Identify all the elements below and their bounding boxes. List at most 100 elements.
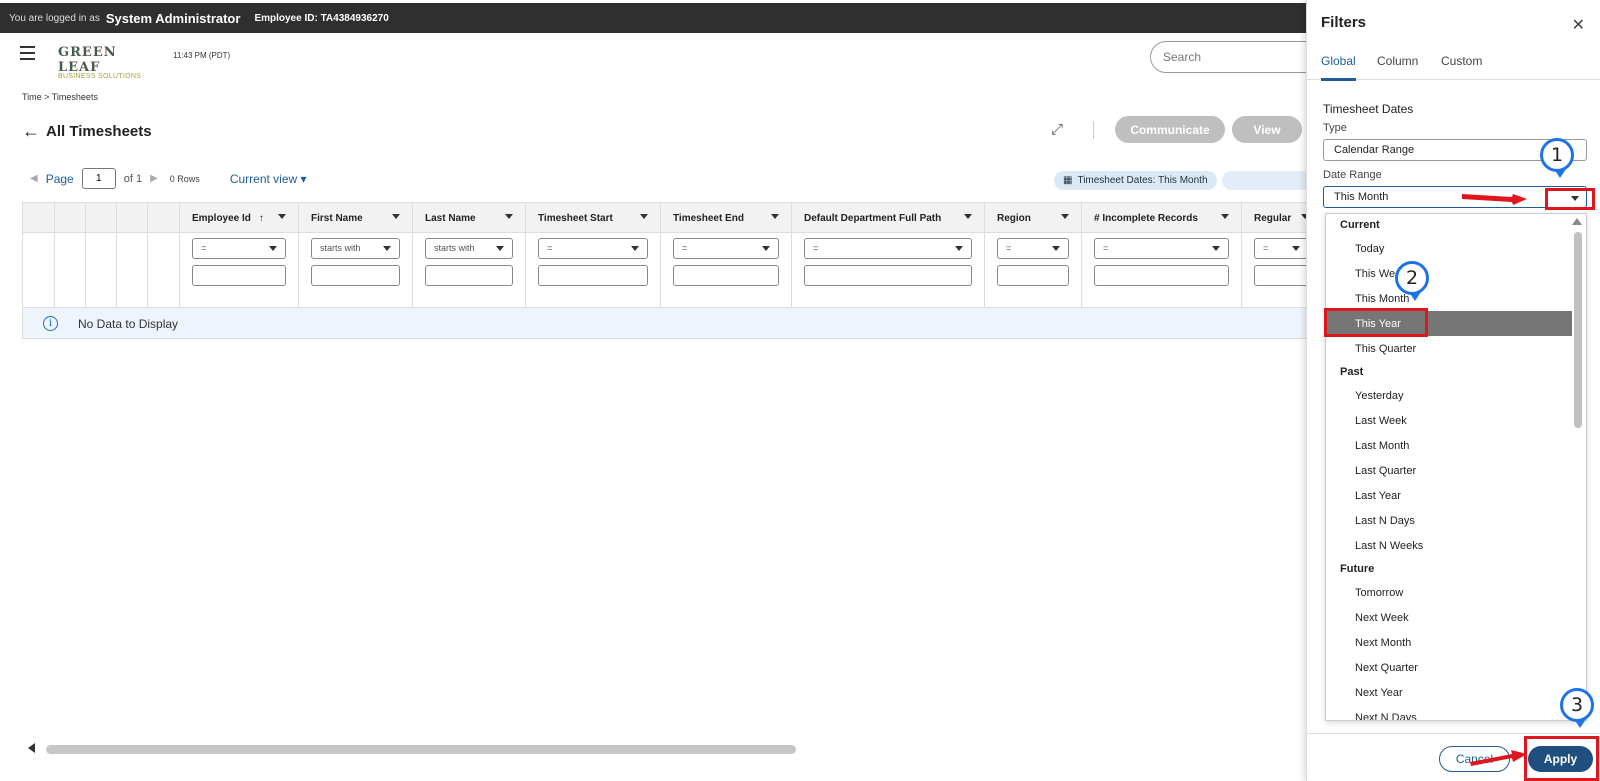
filter-operator-select[interactable]: = <box>1094 238 1229 259</box>
dropdown-option[interactable]: This Quarter <box>1326 336 1586 361</box>
grid-column: Timesheet Start = <box>526 203 661 307</box>
action-column <box>148 203 180 307</box>
dropdown-option[interactable]: Last N Weeks <box>1326 533 1586 558</box>
dropdown-option[interactable]: Last N Days <box>1326 508 1586 533</box>
filter-operator-value: = <box>682 243 688 253</box>
dropdown-option[interactable]: Last Week <box>1326 408 1586 433</box>
search-input[interactable]: Search <box>1150 41 1330 73</box>
filter-chip-partial[interactable] <box>1222 171 1312 190</box>
filter-tabs: Global Column Custom <box>1307 50 1600 81</box>
dropdown-option[interactable]: Next Week <box>1326 605 1586 630</box>
column-menu-icon[interactable] <box>771 214 779 219</box>
page-total: of 1 <box>123 172 143 185</box>
tab-global[interactable]: Global <box>1321 54 1356 81</box>
step-marker-3: 3 <box>1560 688 1594 728</box>
logged-in-label: You are logged in as <box>9 12 100 24</box>
filter-value-input[interactable] <box>804 265 972 286</box>
action-column <box>86 203 117 307</box>
back-arrow-icon[interactable]: ← <box>22 121 40 142</box>
column-menu-icon[interactable] <box>964 214 972 219</box>
dropdown-option[interactable]: Yesterday <box>1326 383 1586 408</box>
column-header[interactable]: # Incomplete Records <box>1082 203 1241 233</box>
timesheets-grid: Employee Id ↑ = First Name starts with Last N… <box>22 202 1312 339</box>
filter-operator-select[interactable]: starts with <box>425 238 513 259</box>
filter-operator-select[interactable]: = <box>538 238 648 259</box>
column-menu-icon[interactable] <box>278 214 286 219</box>
filter-value-input[interactable] <box>1094 265 1229 286</box>
filter-value-input[interactable] <box>192 265 286 286</box>
breadcrumb[interactable]: Time > Timesheets <box>22 92 98 102</box>
highlight-dropdown-toggle <box>1545 188 1595 210</box>
chevron-down-icon <box>1052 246 1060 251</box>
column-header[interactable]: Region <box>985 203 1081 233</box>
communicate-button[interactable]: Communicate <box>1115 116 1225 143</box>
filter-operator-select[interactable]: = <box>804 238 972 259</box>
filter-value-input[interactable] <box>1254 265 1309 286</box>
highlight-apply <box>1524 736 1599 781</box>
clock: 11:43 PM (PDT) <box>173 51 231 60</box>
horizontal-scrollbar[interactable] <box>22 742 1312 756</box>
column-menu-icon[interactable] <box>640 214 648 219</box>
dropdown-option[interactable]: Next Quarter <box>1326 655 1586 680</box>
sort-ascending-icon[interactable]: ↑ <box>259 213 264 224</box>
step-marker-1: 1 <box>1540 138 1574 178</box>
action-column <box>117 203 148 307</box>
dropdown-option[interactable]: Last Year <box>1326 483 1586 508</box>
dropdown-option[interactable]: Last Quarter <box>1326 458 1586 483</box>
scroll-left-icon[interactable] <box>28 743 35 753</box>
expand-icon[interactable]: ⤢ <box>1051 121 1063 138</box>
menu-icon[interactable] <box>20 46 35 60</box>
filter-value-input[interactable] <box>673 265 779 286</box>
chevron-down-icon <box>1212 246 1220 251</box>
dropdown-option[interactable]: Next N Days <box>1326 705 1586 721</box>
page-number-input[interactable] <box>81 168 116 189</box>
dropdown-option[interactable]: Last Month <box>1326 433 1586 458</box>
column-header[interactable]: Default Department Full Path <box>792 203 984 233</box>
tab-column[interactable]: Column <box>1377 54 1418 78</box>
filter-operator-select[interactable]: = <box>192 238 286 259</box>
current-view-dropdown[interactable]: Current view ▾ <box>230 172 307 186</box>
grid-column: Timesheet End = <box>661 203 792 307</box>
dropdown-option[interactable]: Next Month <box>1326 630 1586 655</box>
filter-value-input[interactable] <box>311 265 400 286</box>
filter-operator-select[interactable]: = <box>997 238 1069 259</box>
column-menu-icon[interactable] <box>505 214 513 219</box>
option-group-label: Current <box>1340 219 1380 231</box>
column-menu-icon[interactable] <box>1061 214 1069 219</box>
prev-page-icon[interactable]: ◀ <box>30 173 38 184</box>
filter-operator-value: = <box>201 243 207 253</box>
column-header[interactable]: Last Name <box>413 203 525 233</box>
column-header[interactable]: First Name <box>299 203 412 233</box>
dropdown-option[interactable]: Today <box>1326 236 1586 261</box>
dropdown-option[interactable]: Tomorrow <box>1326 580 1586 605</box>
filter-value-input[interactable] <box>997 265 1069 286</box>
dropdown-option[interactable]: This Week <box>1326 261 1586 286</box>
close-icon[interactable]: ✕ <box>1572 15 1585 35</box>
column-menu-icon[interactable] <box>1221 214 1229 219</box>
dropdown-option[interactable]: Next Year <box>1326 680 1586 705</box>
tab-custom[interactable]: Custom <box>1441 54 1482 78</box>
scroll-thumb[interactable] <box>46 745 796 754</box>
next-page-icon[interactable]: ▶ <box>150 173 158 184</box>
filter-value-input[interactable] <box>425 265 513 286</box>
filter-operator-select[interactable]: starts with <box>311 238 400 259</box>
column-header[interactable]: Timesheet End <box>661 203 791 233</box>
column-header[interactable]: Timesheet Start <box>526 203 660 233</box>
view-button[interactable]: View <box>1232 116 1302 143</box>
filter-operator-select[interactable]: = <box>1254 238 1309 259</box>
row-gutter <box>23 203 55 307</box>
column-header[interactable]: Regular <box>1242 203 1311 233</box>
column-header[interactable]: Employee Id ↑ <box>180 203 298 233</box>
dropdown-scrollbar[interactable] <box>1574 232 1582 428</box>
filters-panel: Filters ✕ Global Column Custom Timesheet… <box>1306 0 1600 781</box>
column-header-label: # Incomplete Records <box>1094 212 1198 224</box>
column-menu-icon[interactable] <box>392 214 400 219</box>
filter-value-input[interactable] <box>538 265 648 286</box>
filter-operator-select[interactable]: = <box>673 238 779 259</box>
filter-chip[interactable]: ▦ Timesheet Dates: This Month <box>1054 171 1217 190</box>
grid-column: Last Name starts with <box>413 203 526 307</box>
filters-title: Filters <box>1321 14 1367 31</box>
cancel-button[interactable]: Cancel <box>1439 746 1510 772</box>
column-header-label: Timesheet End <box>673 212 744 224</box>
scroll-up-icon[interactable] <box>1572 218 1582 225</box>
